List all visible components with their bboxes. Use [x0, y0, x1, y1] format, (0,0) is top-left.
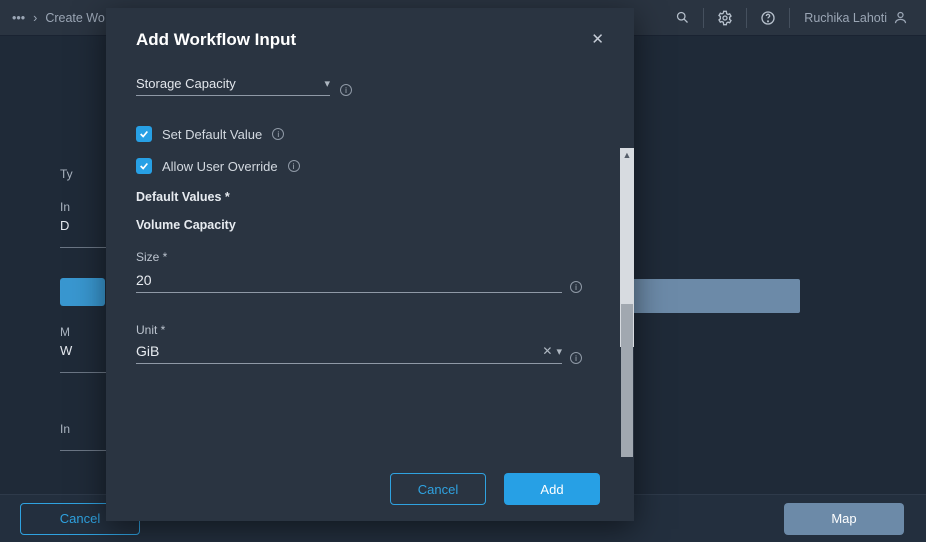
breadcrumb-separator: ›	[33, 11, 37, 25]
unit-select-value: GiB	[136, 343, 538, 359]
user-icon	[893, 10, 908, 25]
type-select[interactable]: Storage Capacity ▾ i	[136, 76, 352, 96]
info-icon[interactable]: i	[340, 84, 352, 96]
default-values-heading: Default Values *	[136, 190, 604, 204]
size-label: Size *	[136, 250, 604, 264]
info-icon[interactable]: i	[570, 281, 582, 293]
bg-active-tab[interactable]	[60, 278, 105, 306]
set-default-value-label: Set Default Value	[162, 127, 262, 142]
chevron-down-icon[interactable]: ▾	[556, 345, 562, 358]
volume-capacity-heading: Volume Capacity	[136, 218, 604, 232]
bg-label: In	[60, 200, 70, 214]
bg-label: Ty	[60, 167, 73, 181]
clear-icon[interactable]: ✕	[538, 344, 556, 358]
allow-user-override-label: Allow User Override	[162, 159, 278, 174]
info-icon[interactable]: i	[288, 160, 300, 172]
add-button[interactable]: Add	[504, 473, 600, 505]
scroll-up-icon[interactable]: ▲	[620, 148, 634, 162]
bg-label: In	[60, 422, 70, 436]
breadcrumb: ••• › Create Wo	[12, 11, 105, 25]
bg-label: M	[60, 325, 70, 339]
chevron-down-icon[interactable]: ▾	[324, 77, 330, 90]
info-icon[interactable]: i	[272, 128, 284, 140]
breadcrumb-current[interactable]: Create Wo	[45, 11, 105, 25]
user-name: Ruchika Lahoti	[804, 11, 887, 25]
gear-icon[interactable]	[708, 1, 742, 35]
allow-user-override-checkbox[interactable]	[136, 158, 152, 174]
modal-title: Add Workflow Input	[136, 30, 591, 50]
unit-label: Unit *	[136, 323, 604, 337]
size-input[interactable]	[136, 270, 562, 293]
scroll-thumb[interactable]	[621, 304, 633, 457]
breadcrumb-more-icon[interactable]: •••	[12, 11, 25, 25]
page-map-button[interactable]: Map	[784, 503, 904, 535]
type-select-value: Storage Capacity	[136, 76, 324, 91]
target-slot-bar	[620, 279, 800, 313]
info-icon[interactable]: i	[570, 352, 582, 364]
help-icon[interactable]	[751, 1, 785, 35]
close-icon[interactable]: ✕	[591, 30, 604, 48]
search-icon[interactable]	[665, 1, 699, 35]
modal-scrollbar[interactable]: ▲ ▼	[620, 148, 634, 347]
set-default-value-checkbox[interactable]	[136, 126, 152, 142]
cancel-button[interactable]: Cancel	[390, 473, 486, 505]
unit-select[interactable]: GiB ✕ ▾ i	[136, 343, 582, 364]
user-menu[interactable]: Ruchika Lahoti	[794, 10, 914, 25]
add-workflow-input-modal: Add Workflow Input ✕ Storage Capacity ▾ …	[106, 8, 634, 521]
modal-footer: Cancel Add	[106, 457, 634, 521]
